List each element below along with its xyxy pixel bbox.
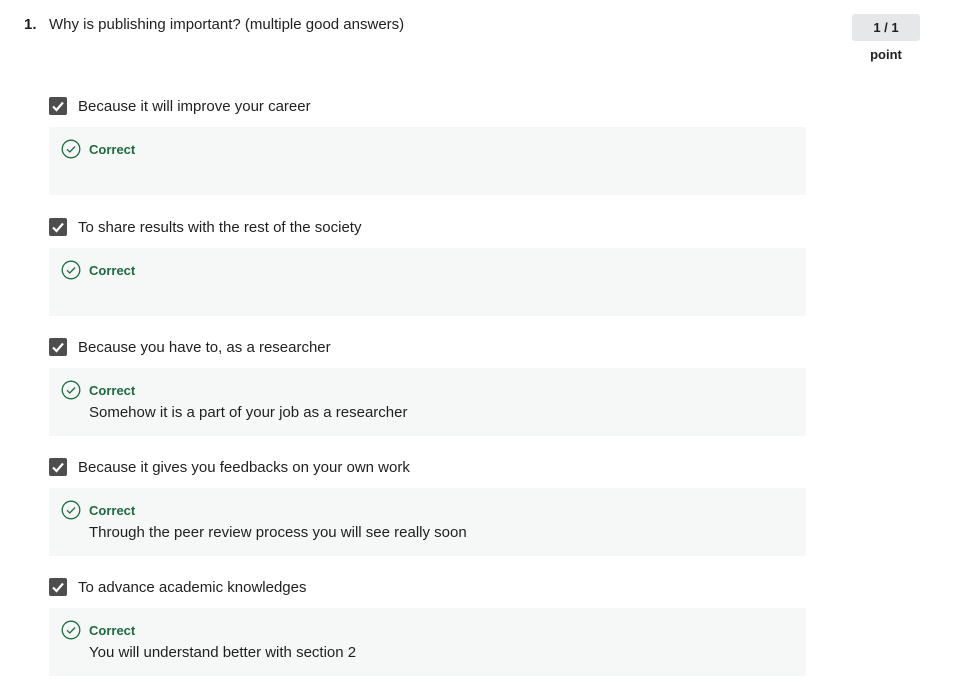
score-badge: 1 / 1 point bbox=[852, 14, 920, 62]
check-circle-icon bbox=[61, 139, 81, 159]
feedback-status: Correct bbox=[89, 263, 136, 278]
check-circle-icon bbox=[61, 260, 81, 280]
feedback-status: Correct bbox=[89, 623, 136, 638]
answer-option: To advance academic knowledges Correct Y… bbox=[49, 575, 806, 676]
feedback-panel: Correct Somehow it is a part of your job… bbox=[49, 368, 806, 436]
answer-option: Because it will improve your career Corr… bbox=[49, 94, 806, 195]
option-checkbox[interactable] bbox=[49, 218, 67, 236]
feedback-panel: Correct bbox=[49, 127, 806, 195]
answer-option: Because you have to, as a researcher Cor… bbox=[49, 335, 806, 436]
option-checkbox[interactable] bbox=[49, 338, 67, 356]
checkmark-icon bbox=[52, 462, 64, 473]
feedback-explanation: Somehow it is a part of your job as a re… bbox=[89, 404, 408, 421]
feedback-status: Correct bbox=[89, 142, 136, 157]
option-label: Because you have to, as a researcher bbox=[78, 338, 331, 356]
feedback-panel: Correct Through the peer review process … bbox=[49, 488, 806, 556]
check-circle-icon bbox=[61, 380, 81, 400]
option-label: To advance academic knowledges bbox=[78, 578, 307, 596]
option-checkbox[interactable] bbox=[49, 458, 67, 476]
option-checkbox[interactable] bbox=[49, 578, 67, 596]
option-checkbox[interactable] bbox=[49, 97, 67, 115]
checkmark-icon bbox=[52, 101, 64, 112]
feedback-explanation: Through the peer review process you will… bbox=[89, 524, 467, 541]
check-circle-icon bbox=[61, 500, 81, 520]
checkmark-icon bbox=[52, 222, 64, 233]
question-text: Why is publishing important? (multiple g… bbox=[49, 16, 405, 33]
option-label: Because it will improve your career bbox=[78, 97, 311, 115]
option-label: Because it gives you feedbacks on your o… bbox=[78, 458, 410, 476]
feedback-explanation: You will understand better with section … bbox=[89, 644, 357, 661]
checkmark-icon bbox=[52, 582, 64, 593]
answer-option: To share results with the rest of the so… bbox=[49, 215, 806, 316]
check-circle-icon bbox=[61, 620, 81, 640]
feedback-status: Correct bbox=[89, 383, 136, 398]
answer-option: Because it gives you feedbacks on your o… bbox=[49, 455, 806, 556]
option-label: To share results with the rest of the so… bbox=[78, 218, 362, 236]
checkmark-icon bbox=[52, 342, 64, 353]
question-number: 1. bbox=[24, 16, 37, 33]
feedback-panel: Correct bbox=[49, 248, 806, 316]
feedback-panel: Correct You will understand better with … bbox=[49, 608, 806, 676]
feedback-status: Correct bbox=[89, 503, 136, 518]
